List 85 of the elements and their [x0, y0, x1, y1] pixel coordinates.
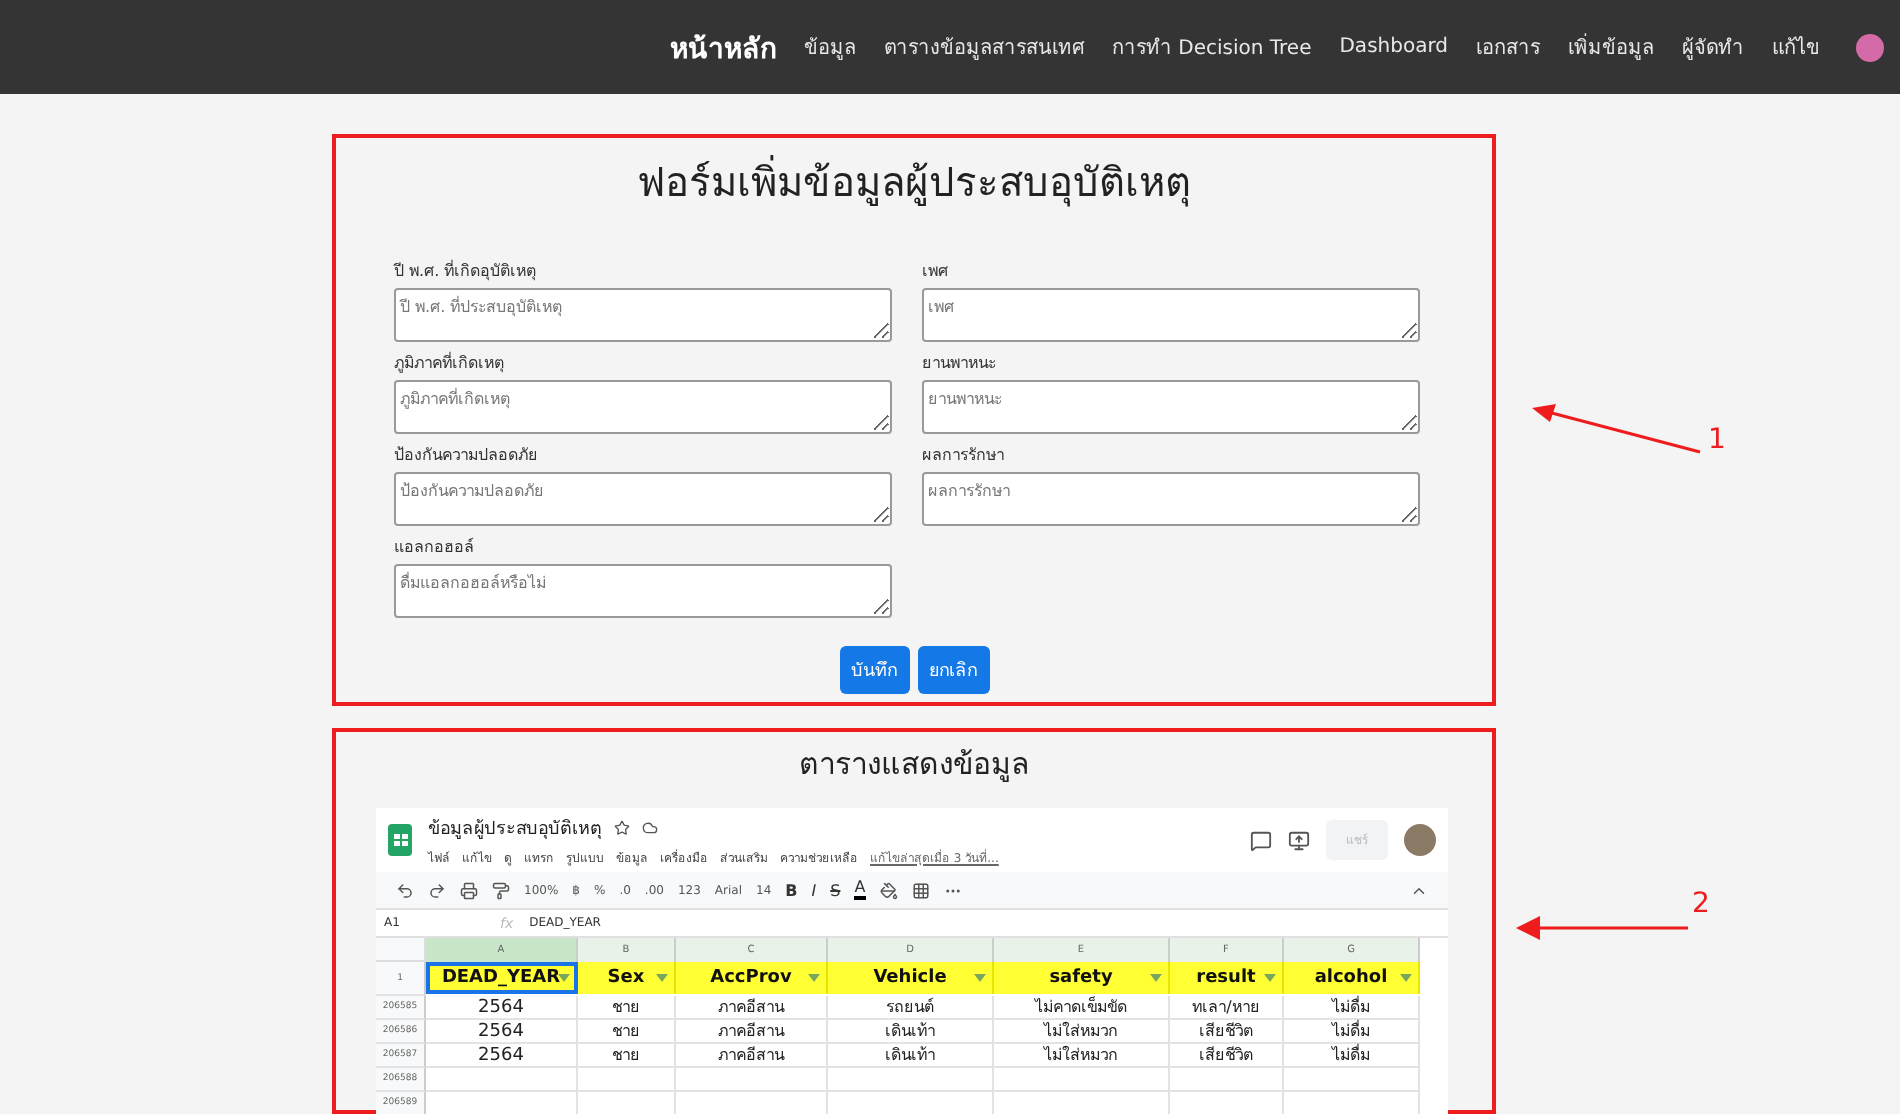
header-cell: AccProv — [676, 962, 828, 994]
strikethrough-button[interactable]: S — [830, 881, 841, 899]
fill-color-icon[interactable] — [879, 881, 898, 899]
table-cell: ชาย — [578, 1020, 676, 1044]
field-label: เพศ — [922, 260, 950, 284]
nav-link[interactable]: Dashboard — [1339, 36, 1448, 58]
nav-link[interactable]: เพิ่มข้อมูล — [1568, 32, 1654, 62]
input-field[interactable]: ยานพาหนะ — [922, 380, 1420, 434]
header-cell: Vehicle — [828, 962, 994, 994]
sheets-logo-icon — [388, 824, 412, 856]
field-label: ปี พ.ศ. ที่เกิดอุบัติเหตุ — [394, 258, 539, 284]
cancel-button[interactable]: ยกเลิก — [917, 646, 989, 694]
brand-link[interactable]: หน้าหลัก — [669, 25, 776, 69]
section-title: ตารางแสดงข้อมูล — [797, 744, 1031, 786]
filter-icon[interactable] — [808, 974, 820, 982]
annotation-number: 1 — [1708, 424, 1726, 456]
table-cell: รถยนต์ — [828, 996, 994, 1020]
nav-link[interactable]: การทำ Decision Tree — [1111, 32, 1312, 62]
table-cell: ไม่ดื่ม — [1284, 1044, 1420, 1068]
form-title: ฟอร์มเพิ่มข้อมูลผู้ประสบอุบัติเหตุ — [635, 153, 1193, 211]
undo-icon[interactable] — [396, 881, 414, 899]
table-cell: 2564 — [426, 1044, 578, 1068]
cloud-icon[interactable] — [642, 819, 658, 835]
input-field[interactable]: ป้องกันความปลอดภัย — [394, 472, 892, 526]
header-cell: alcohol — [1284, 962, 1420, 994]
filter-icon[interactable] — [1264, 974, 1276, 982]
star-icon[interactable] — [614, 819, 630, 835]
table-cell: ภาคอีสาน — [676, 1020, 828, 1044]
input-field[interactable]: เพศ — [922, 288, 1420, 342]
field-label: ผลการรักษา — [922, 444, 1006, 468]
redo-icon[interactable] — [428, 881, 446, 899]
paint-roller-icon[interactable] — [492, 881, 510, 899]
bold-button[interactable]: B — [785, 881, 798, 899]
header-cell: result — [1170, 962, 1284, 994]
table-cell: ไม่ใส่หมวก — [994, 1044, 1170, 1068]
field-label: ภูมิภาคที่เกิดเหตุ — [394, 350, 506, 376]
nav-link[interactable]: ตารางข้อมูลสารสนเทศ — [883, 32, 1084, 62]
table-cell: เดินเท้า — [828, 1020, 994, 1044]
nav-link[interactable]: ผู้จัดทำ — [1682, 32, 1744, 62]
table-cell: ไม่ดื่ม — [1284, 996, 1420, 1020]
header-cell: safety — [994, 962, 1170, 994]
table-cell: เสียชีวิต — [1170, 1020, 1284, 1044]
header-cell: Sex — [578, 962, 676, 994]
table-cell: ชาย — [578, 996, 676, 1020]
empty-cell — [578, 1068, 676, 1092]
field-label: ยานพาหนะ — [922, 352, 998, 376]
filter-icon[interactable] — [1400, 974, 1412, 982]
table-cell: ไม่คาดเข็มขัด — [994, 996, 1170, 1020]
print-icon[interactable] — [460, 881, 478, 899]
table-cell: ภาคอีสาน — [676, 1044, 828, 1068]
table-cell: ไม่ใส่หมวก — [994, 1020, 1170, 1044]
filter-icon[interactable] — [656, 974, 668, 982]
input-field[interactable]: ปี พ.ศ. ที่ประสบอุบัติเหตุ — [394, 288, 892, 342]
empty-cell — [1170, 1068, 1284, 1092]
table-cell: ชาย — [578, 1044, 676, 1068]
save-button[interactable]: บันทึก — [839, 646, 909, 694]
input-field[interactable]: ผลการรักษา — [922, 472, 1420, 526]
comment-icon[interactable] — [1250, 829, 1272, 851]
borders-icon[interactable] — [911, 881, 930, 899]
filter-icon[interactable] — [974, 974, 986, 982]
table-cell: ไม่ดื่ม — [1284, 1020, 1420, 1044]
text-color-button[interactable]: A — [854, 880, 866, 900]
table-cell: เสียชีวิต — [1170, 1044, 1284, 1068]
input-field[interactable]: ภูมิภาคที่เกิดเหตุ — [394, 380, 892, 434]
nav-link[interactable]: เอกสาร — [1476, 32, 1540, 62]
input-field[interactable]: ดื่มแอลกอฮอล์หรือไม่ — [394, 564, 892, 618]
filter-icon[interactable] — [1150, 974, 1162, 982]
italic-button[interactable]: I — [811, 881, 817, 899]
field-label: แอลกอฮอล์ — [394, 535, 476, 560]
avatar-icon[interactable] — [1856, 33, 1884, 61]
field-label: ป้องกันความปลอดภัย — [394, 444, 540, 468]
filter-icon[interactable] — [558, 974, 570, 982]
table-cell: 2564 — [426, 996, 578, 1020]
table-cell: ภาคอีสาน — [676, 996, 828, 1020]
table-cell: ทเลา/หาย — [1170, 996, 1284, 1020]
nav-link[interactable]: ข้อมูล — [803, 32, 856, 62]
nav-link[interactable]: แก้ไข — [1772, 32, 1820, 62]
header-cell: DEAD_YEAR — [426, 962, 578, 994]
empty-cell — [1284, 1068, 1420, 1092]
avatar-icon[interactable] — [1404, 824, 1436, 856]
annotation-number: 2 — [1692, 888, 1710, 920]
present-icon[interactable] — [1288, 829, 1310, 851]
table-cell: 2564 — [426, 1020, 578, 1044]
document-title[interactable]: ข้อมูลผู้ประสบอุบัติเหตุ — [428, 813, 602, 841]
table-cell: เดินเท้า — [828, 1044, 994, 1068]
